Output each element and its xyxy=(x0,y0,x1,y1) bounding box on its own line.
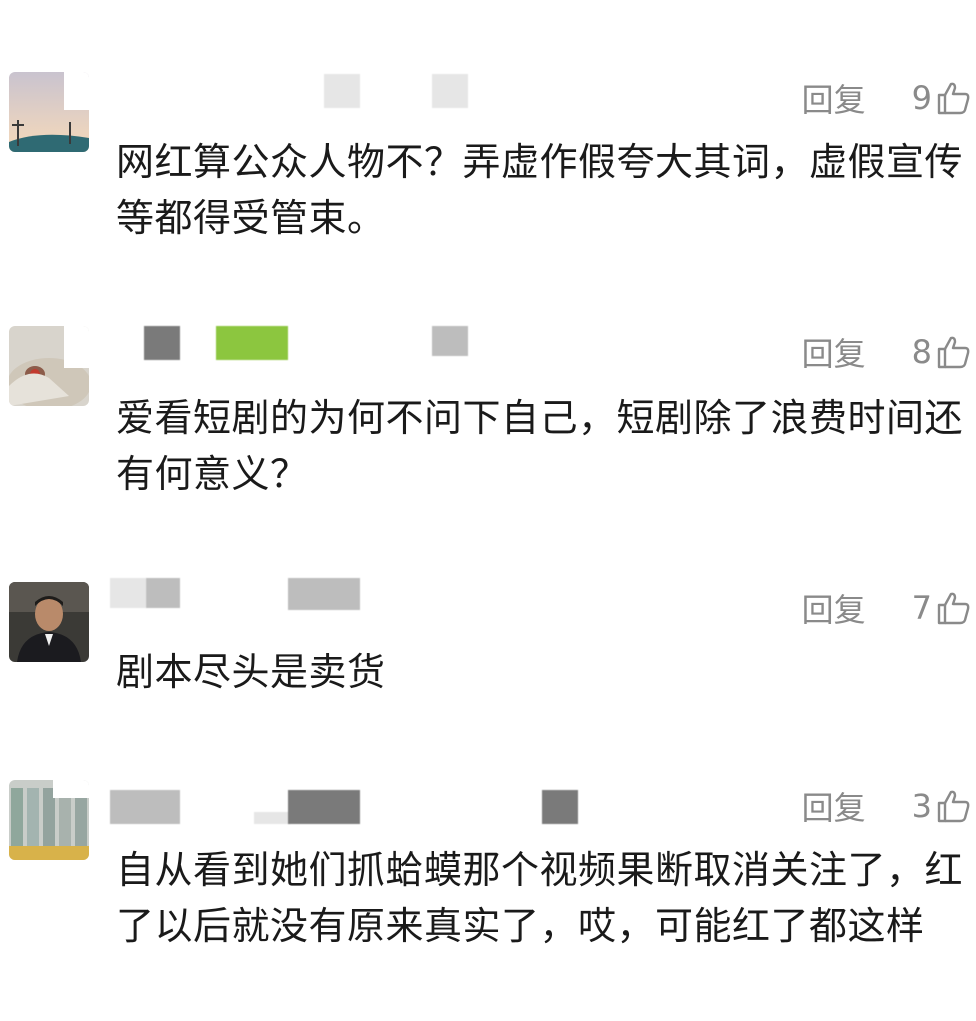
thumbs-up-icon[interactable] xyxy=(936,590,972,626)
thumbs-up-icon[interactable] xyxy=(936,788,972,824)
username-blurred[interactable] xyxy=(110,72,490,112)
like-count: 7 xyxy=(911,589,932,627)
like-button[interactable]: 9 xyxy=(912,79,972,117)
comment-text: 自从看到她们抓蛤蟆那个视频果断取消关注了，红了以后就没有原来真实了，哎，可能红了… xyxy=(116,848,964,948)
thumbs-up-icon[interactable] xyxy=(936,80,972,116)
username-blurred[interactable] xyxy=(110,786,800,826)
comment-actions: 回复 8 xyxy=(802,329,972,375)
comment-actions: 回复 7 xyxy=(802,585,972,631)
user-avatar[interactable] xyxy=(9,780,89,860)
like-button[interactable]: 8 xyxy=(912,333,972,371)
comment-text: 网红算公众人物不？弄虚作假夸大其词，虚假宣传等都得受管束。 xyxy=(116,140,964,240)
reply-button[interactable]: 回复 xyxy=(802,783,866,829)
like-count: 8 xyxy=(911,333,932,371)
username-blurred[interactable] xyxy=(110,324,530,364)
like-button[interactable]: 7 xyxy=(912,589,972,627)
user-avatar[interactable] xyxy=(9,582,89,662)
comment-list: 回复 9 网红算公众人物不？弄虚作假夸大其词，虚假宣传等都得受管束。 回复 8 … xyxy=(0,0,976,1021)
like-count: 3 xyxy=(911,787,932,825)
user-avatar[interactable] xyxy=(9,326,89,406)
comment-text: 剧本尽头是卖货 xyxy=(116,650,386,694)
comment-actions: 回复 9 xyxy=(802,75,972,121)
comment-actions: 回复 3 xyxy=(802,783,972,829)
user-avatar[interactable] xyxy=(9,72,89,152)
username-blurred[interactable] xyxy=(110,576,490,616)
comment-text: 爱看短剧的为何不问下自己，短剧除了浪费时间还有何意义？ xyxy=(116,396,964,496)
reply-button[interactable]: 回复 xyxy=(802,329,866,375)
like-button[interactable]: 3 xyxy=(912,787,972,825)
reply-button[interactable]: 回复 xyxy=(802,585,866,631)
reply-button[interactable]: 回复 xyxy=(802,75,866,121)
thumbs-up-icon[interactable] xyxy=(936,334,972,370)
like-count: 9 xyxy=(911,79,932,117)
